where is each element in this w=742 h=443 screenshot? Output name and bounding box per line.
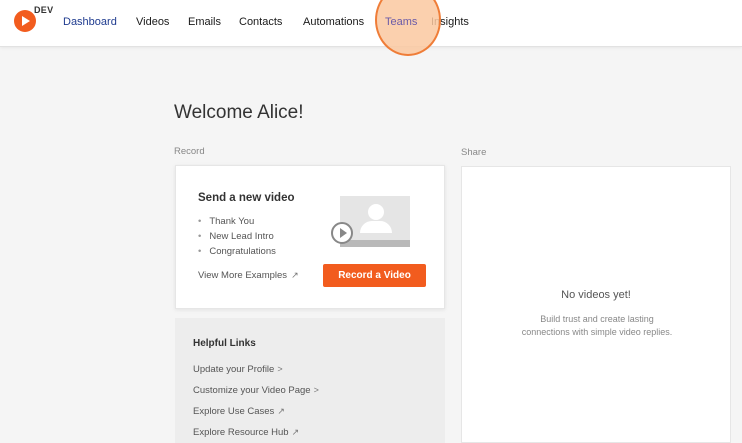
play-icon [340, 228, 347, 238]
play-icon [22, 16, 30, 26]
thumbnail-progress-bar [340, 240, 410, 247]
example-list: Thank You New Lead Intro Congratulations [198, 214, 276, 259]
link-explore-use-cases[interactable]: Explore Use Cases ↗ [193, 404, 319, 425]
chevron-right-icon: > [313, 385, 319, 395]
example-item: New Lead Intro [198, 229, 276, 244]
nav-automations[interactable]: Automations [303, 16, 364, 28]
helpful-links-list: Update your Profile > Customize your Vide… [193, 362, 319, 443]
empty-state-description: Build trust and create lasting connectio… [492, 313, 702, 339]
hover-highlight [375, 0, 441, 56]
logo-icon[interactable] [14, 10, 36, 32]
example-item: Thank You [198, 214, 276, 229]
nav-emails[interactable]: Emails [188, 16, 221, 28]
record-card-title: Send a new video [198, 192, 295, 204]
nav-teams[interactable]: Teams [385, 16, 417, 28]
top-nav-bar: DEV Dashboard Videos Emails Contacts Aut… [0, 0, 742, 56]
empty-desc-line: connections with simple video replies. [521, 327, 673, 337]
nav-dashboard[interactable]: Dashboard [63, 16, 117, 28]
chevron-right-icon: > [277, 364, 283, 374]
nav-videos[interactable]: Videos [136, 16, 169, 28]
view-more-examples-link[interactable]: View More Examples ↗ [198, 270, 299, 281]
page-title: Welcome Alice! [174, 102, 304, 123]
env-badge: DEV [34, 5, 54, 15]
helpful-links-panel: Helpful Links Update your Profile > Custo… [175, 318, 445, 443]
link-label: Explore Use Cases [193, 406, 275, 417]
link-update-profile[interactable]: Update your Profile > [193, 362, 319, 383]
link-explore-resource-hub[interactable]: Explore Resource Hub ↗ [193, 425, 319, 443]
avatar-head-shape [368, 204, 384, 220]
external-link-icon: ↗ [277, 406, 285, 416]
link-label: Explore Resource Hub [193, 427, 289, 438]
share-panel: No videos yet! Build trust and create la… [461, 166, 731, 443]
helpful-links-title: Helpful Links [193, 338, 256, 349]
view-more-label: View More Examples [198, 270, 288, 281]
share-section-label: Share [461, 147, 487, 158]
link-label: Customize your Video Page [193, 385, 311, 396]
external-link-icon: ↗ [291, 270, 299, 280]
link-label: Update your Profile [193, 364, 275, 375]
avatar-body-shape [360, 221, 392, 233]
record-section-label: Record [174, 146, 205, 157]
external-link-icon: ↗ [291, 427, 300, 437]
empty-desc-line: Build trust and create lasting [540, 314, 654, 324]
play-circle-icon [331, 222, 353, 244]
example-item: Congratulations [198, 244, 276, 259]
record-video-button[interactable]: Record a Video [323, 264, 426, 287]
link-customize-video-page[interactable]: Customize your Video Page > [193, 383, 319, 404]
record-card: Send a new video Thank You New Lead Intr… [175, 165, 445, 309]
nav-contacts[interactable]: Contacts [239, 16, 282, 28]
empty-state-title: No videos yet! [561, 289, 631, 301]
